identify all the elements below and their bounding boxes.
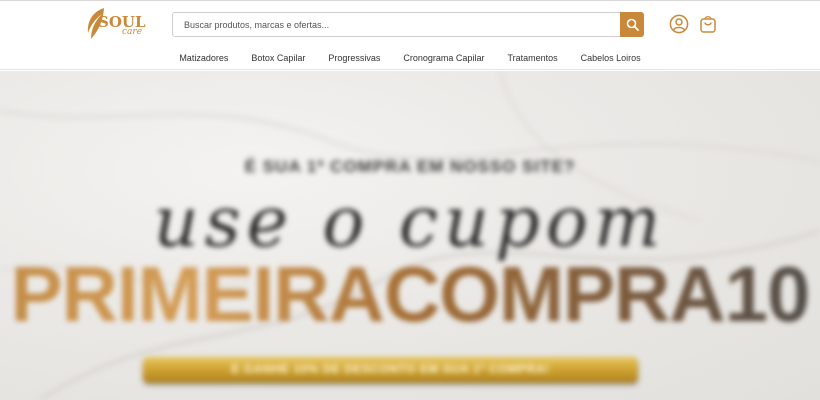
discount-ribbon-text: E GANHE 10% DE DESCONTO EM SUA 1ª COMPRA… bbox=[231, 362, 550, 376]
brand-subtitle: care bbox=[122, 27, 143, 37]
discount-ribbon: E GANHE 10% DE DESCONTO EM SUA 1ª COMPRA… bbox=[143, 357, 638, 383]
category-nav: Matizadores Botox Capilar Progressivas C… bbox=[0, 51, 820, 67]
search-icon bbox=[626, 18, 639, 31]
logo[interactable]: SOUL care bbox=[84, 6, 148, 42]
hero-content: É SUA 1ª COMPRA EM NOSSO SITE? use o cup… bbox=[0, 71, 820, 400]
coupon-code: PRIMEIRACOMPRA10 bbox=[0, 249, 820, 340]
nav-item-cronograma-capilar[interactable]: Cronograma Capilar bbox=[403, 51, 484, 67]
nav-item-botox-capilar[interactable]: Botox Capilar bbox=[251, 51, 305, 67]
nav-item-cabelos-loiros[interactable]: Cabelos Loiros bbox=[581, 51, 641, 67]
nav-item-matizadores[interactable]: Matizadores bbox=[179, 51, 228, 67]
shopping-bag-icon bbox=[700, 16, 716, 33]
nav-item-progressivas[interactable]: Progressivas bbox=[328, 51, 380, 67]
hero-banner[interactable]: É SUA 1ª COMPRA EM NOSSO SITE? use o cup… bbox=[0, 71, 820, 400]
cart-button[interactable] bbox=[698, 14, 718, 34]
hero-kicker: É SUA 1ª COMPRA EM NOSSO SITE? bbox=[244, 157, 576, 176]
user-icon bbox=[669, 14, 689, 34]
account-button[interactable] bbox=[669, 14, 689, 34]
search-button[interactable] bbox=[620, 12, 644, 37]
search-input[interactable] bbox=[172, 12, 620, 37]
nav-item-tratamentos[interactable]: Tratamentos bbox=[507, 51, 557, 67]
search-bar bbox=[172, 12, 644, 37]
site-header: SOUL care Matizadores Botox Capilar Prog… bbox=[0, 1, 820, 70]
